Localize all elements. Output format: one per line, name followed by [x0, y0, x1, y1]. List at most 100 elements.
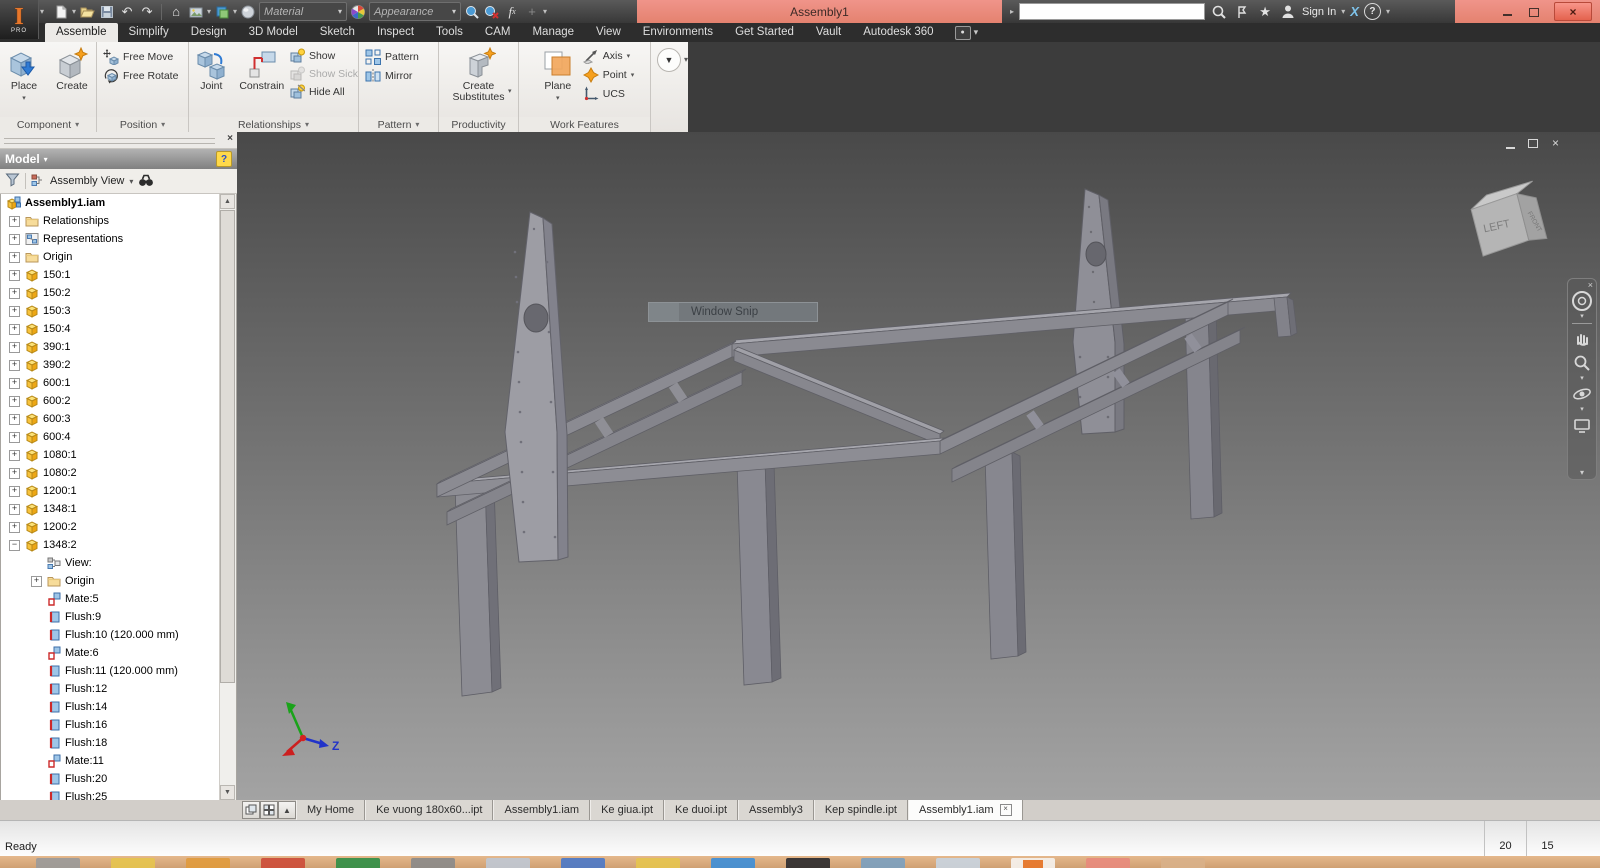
tree-expander-icon[interactable]: + [9, 378, 20, 389]
tree-item-mate-5[interactable]: Mate:5 [1, 590, 220, 608]
app-menu-dropdown-icon[interactable]: ▾ [40, 7, 44, 16]
zoom-dropdown-icon[interactable]: ▾ [1580, 375, 1584, 382]
tree-item-150-2[interactable]: +150:2 [1, 284, 220, 302]
open-icon[interactable] [78, 3, 96, 21]
ribbon-tab-autodesk-360[interactable]: Autodesk 360 [852, 23, 944, 42]
screenshot-icon[interactable] [187, 3, 205, 21]
material-sphere-icon[interactable] [239, 3, 257, 21]
search-icon[interactable] [1210, 3, 1228, 21]
sign-in-label[interactable]: Sign In [1302, 6, 1336, 18]
ribbon-tab-get-started[interactable]: Get Started [724, 23, 805, 42]
pan-icon[interactable] [1570, 327, 1594, 351]
show-button[interactable]: Show [290, 48, 358, 63]
tree-item-flush-11-120-000-mm[interactable]: Flush:11 (120.000 mm) [1, 662, 220, 680]
expand-tabs-icon[interactable]: ▲ [278, 801, 296, 819]
browser-title-dropdown-icon[interactable]: ▾ [44, 155, 48, 164]
tree-expander-icon[interactable]: + [9, 486, 20, 497]
pattern-button[interactable]: Pattern [365, 49, 419, 65]
save-icon[interactable] [98, 3, 116, 21]
clear-adjust-icon[interactable] [483, 3, 501, 21]
tree-expander-icon[interactable]: − [9, 540, 20, 551]
taskbar-app-16[interactable] [1161, 858, 1205, 868]
constrain-button[interactable]: Constrain [236, 45, 288, 92]
tree-item-flush-25[interactable]: Flush:25 [1, 788, 220, 800]
ribbon-tab-view[interactable]: View [585, 23, 632, 42]
tree-expander-icon[interactable]: + [9, 324, 20, 335]
tree-expander-icon[interactable]: + [9, 450, 20, 461]
tree-item-mate-6[interactable]: Mate:6 [1, 644, 220, 662]
component-swatch-icon[interactable] [213, 3, 231, 21]
tree-item-flush-9[interactable]: Flush:9 [1, 608, 220, 626]
ribbon-tab-assemble[interactable]: Assemble [45, 23, 118, 42]
ribbon-options-dropdown-icon[interactable]: ▾ [684, 55, 688, 64]
tab-close-icon[interactable]: × [1000, 804, 1012, 816]
browser-close-icon[interactable]: × [227, 133, 233, 144]
tree-expander-icon[interactable]: + [9, 360, 20, 371]
tree-item-flush-10-120-000-mm[interactable]: Flush:10 (120.000 mm) [1, 626, 220, 644]
orbit-icon[interactable] [1570, 382, 1594, 406]
joint-button[interactable]: Joint [189, 45, 234, 92]
filter-icon[interactable] [5, 172, 20, 190]
left-gusset-plate[interactable] [505, 212, 568, 562]
redo-icon[interactable]: ↷ [138, 3, 156, 21]
taskbar-app-12[interactable] [861, 858, 905, 868]
tree-item-1348-1[interactable]: +1348:1 [1, 500, 220, 518]
tree-expander-icon[interactable]: + [9, 270, 20, 281]
taskbar-app-11[interactable] [786, 858, 830, 868]
tree-item-origin[interactable]: +Origin [1, 572, 220, 590]
adjust-icon[interactable] [463, 3, 481, 21]
panel-label-relationships[interactable]: Relationships▾ [189, 117, 358, 132]
point-button[interactable]: Point▾ [583, 67, 634, 83]
wheel-dropdown-icon[interactable]: ▾ [1580, 313, 1584, 320]
tree-item-390-1[interactable]: +390:1 [1, 338, 220, 356]
home-icon[interactable]: ⌂ [167, 3, 185, 21]
taskbar-app-5[interactable] [336, 858, 380, 868]
browser-help-icon[interactable]: ? [216, 151, 232, 167]
taskbar-app-6[interactable] [411, 858, 455, 868]
taskbar-app-13[interactable] [936, 858, 980, 868]
help-dropdown-icon[interactable]: ▾ [1386, 7, 1390, 16]
taskbar-app-15[interactable] [1086, 858, 1130, 868]
tree-expander-icon[interactable]: + [9, 468, 20, 479]
panel-label-component[interactable]: Component▾ [0, 117, 96, 132]
taskbar-app-3[interactable] [186, 858, 230, 868]
taskbar-app-10[interactable] [711, 858, 755, 868]
tree-item-mate-11[interactable]: Mate:11 [1, 752, 220, 770]
ucs-button[interactable]: UCS [583, 86, 634, 102]
tree-item-flush-18[interactable]: Flush:18 [1, 734, 220, 752]
ribbon-display-toggle[interactable]: ●▾ [955, 23, 979, 42]
doc-close-icon[interactable]: × [1549, 138, 1562, 149]
tree-item-flush-12[interactable]: Flush:12 [1, 680, 220, 698]
search-collapse-icon[interactable]: ▸ [1010, 7, 1014, 16]
tree-item-1080-2[interactable]: +1080:2 [1, 464, 220, 482]
ribbon-tab-cam[interactable]: CAM [474, 23, 522, 42]
tree-item-1080-1[interactable]: +1080:1 [1, 446, 220, 464]
taskbar-app-2[interactable] [111, 858, 155, 868]
exchange-apps-icon[interactable]: X [1350, 4, 1359, 19]
view-cube[interactable]: LEFT FRONT [1468, 181, 1548, 257]
tree-item-1348-2[interactable]: −1348:2 [1, 536, 220, 554]
qat-customize-dropdown-icon[interactable]: ▾ [543, 7, 547, 16]
cascade-windows-icon[interactable] [242, 801, 260, 819]
place-button[interactable]: Place ▾ [1, 45, 47, 104]
view-mode-selector[interactable]: Assembly View [50, 175, 124, 187]
taskbar-app-1[interactable] [36, 858, 80, 868]
plane-button[interactable]: Plane ▾ [535, 45, 581, 104]
tree-item-representations[interactable]: +Representations [1, 230, 220, 248]
sign-in-dropdown-icon[interactable]: ▾ [1341, 7, 1345, 16]
tree-item-relationships[interactable]: +Relationships [1, 212, 220, 230]
doc-tab-assembly1-iam[interactable]: Assembly1.iam [493, 800, 590, 820]
tile-windows-icon[interactable] [260, 801, 278, 819]
panel-label-position[interactable]: Position▾ [97, 117, 188, 132]
help-icon[interactable]: ? [1364, 3, 1381, 20]
ribbon-options-button[interactable]: ▼ [657, 48, 681, 72]
taskbar-app-9[interactable] [636, 858, 680, 868]
panel-label-productivity[interactable]: Productivity [439, 117, 518, 132]
doc-tab-my-home[interactable]: My Home [296, 800, 365, 820]
ribbon-tab-inspect[interactable]: Inspect [366, 23, 425, 42]
browser-grip[interactable]: × [0, 132, 237, 149]
tree-item-flush-16[interactable]: Flush:16 [1, 716, 220, 734]
ribbon-tab-vault[interactable]: Vault [805, 23, 852, 42]
tree-scrollbar[interactable]: ▲ ▼ [219, 194, 236, 800]
taskbar-app-8[interactable] [561, 858, 605, 868]
